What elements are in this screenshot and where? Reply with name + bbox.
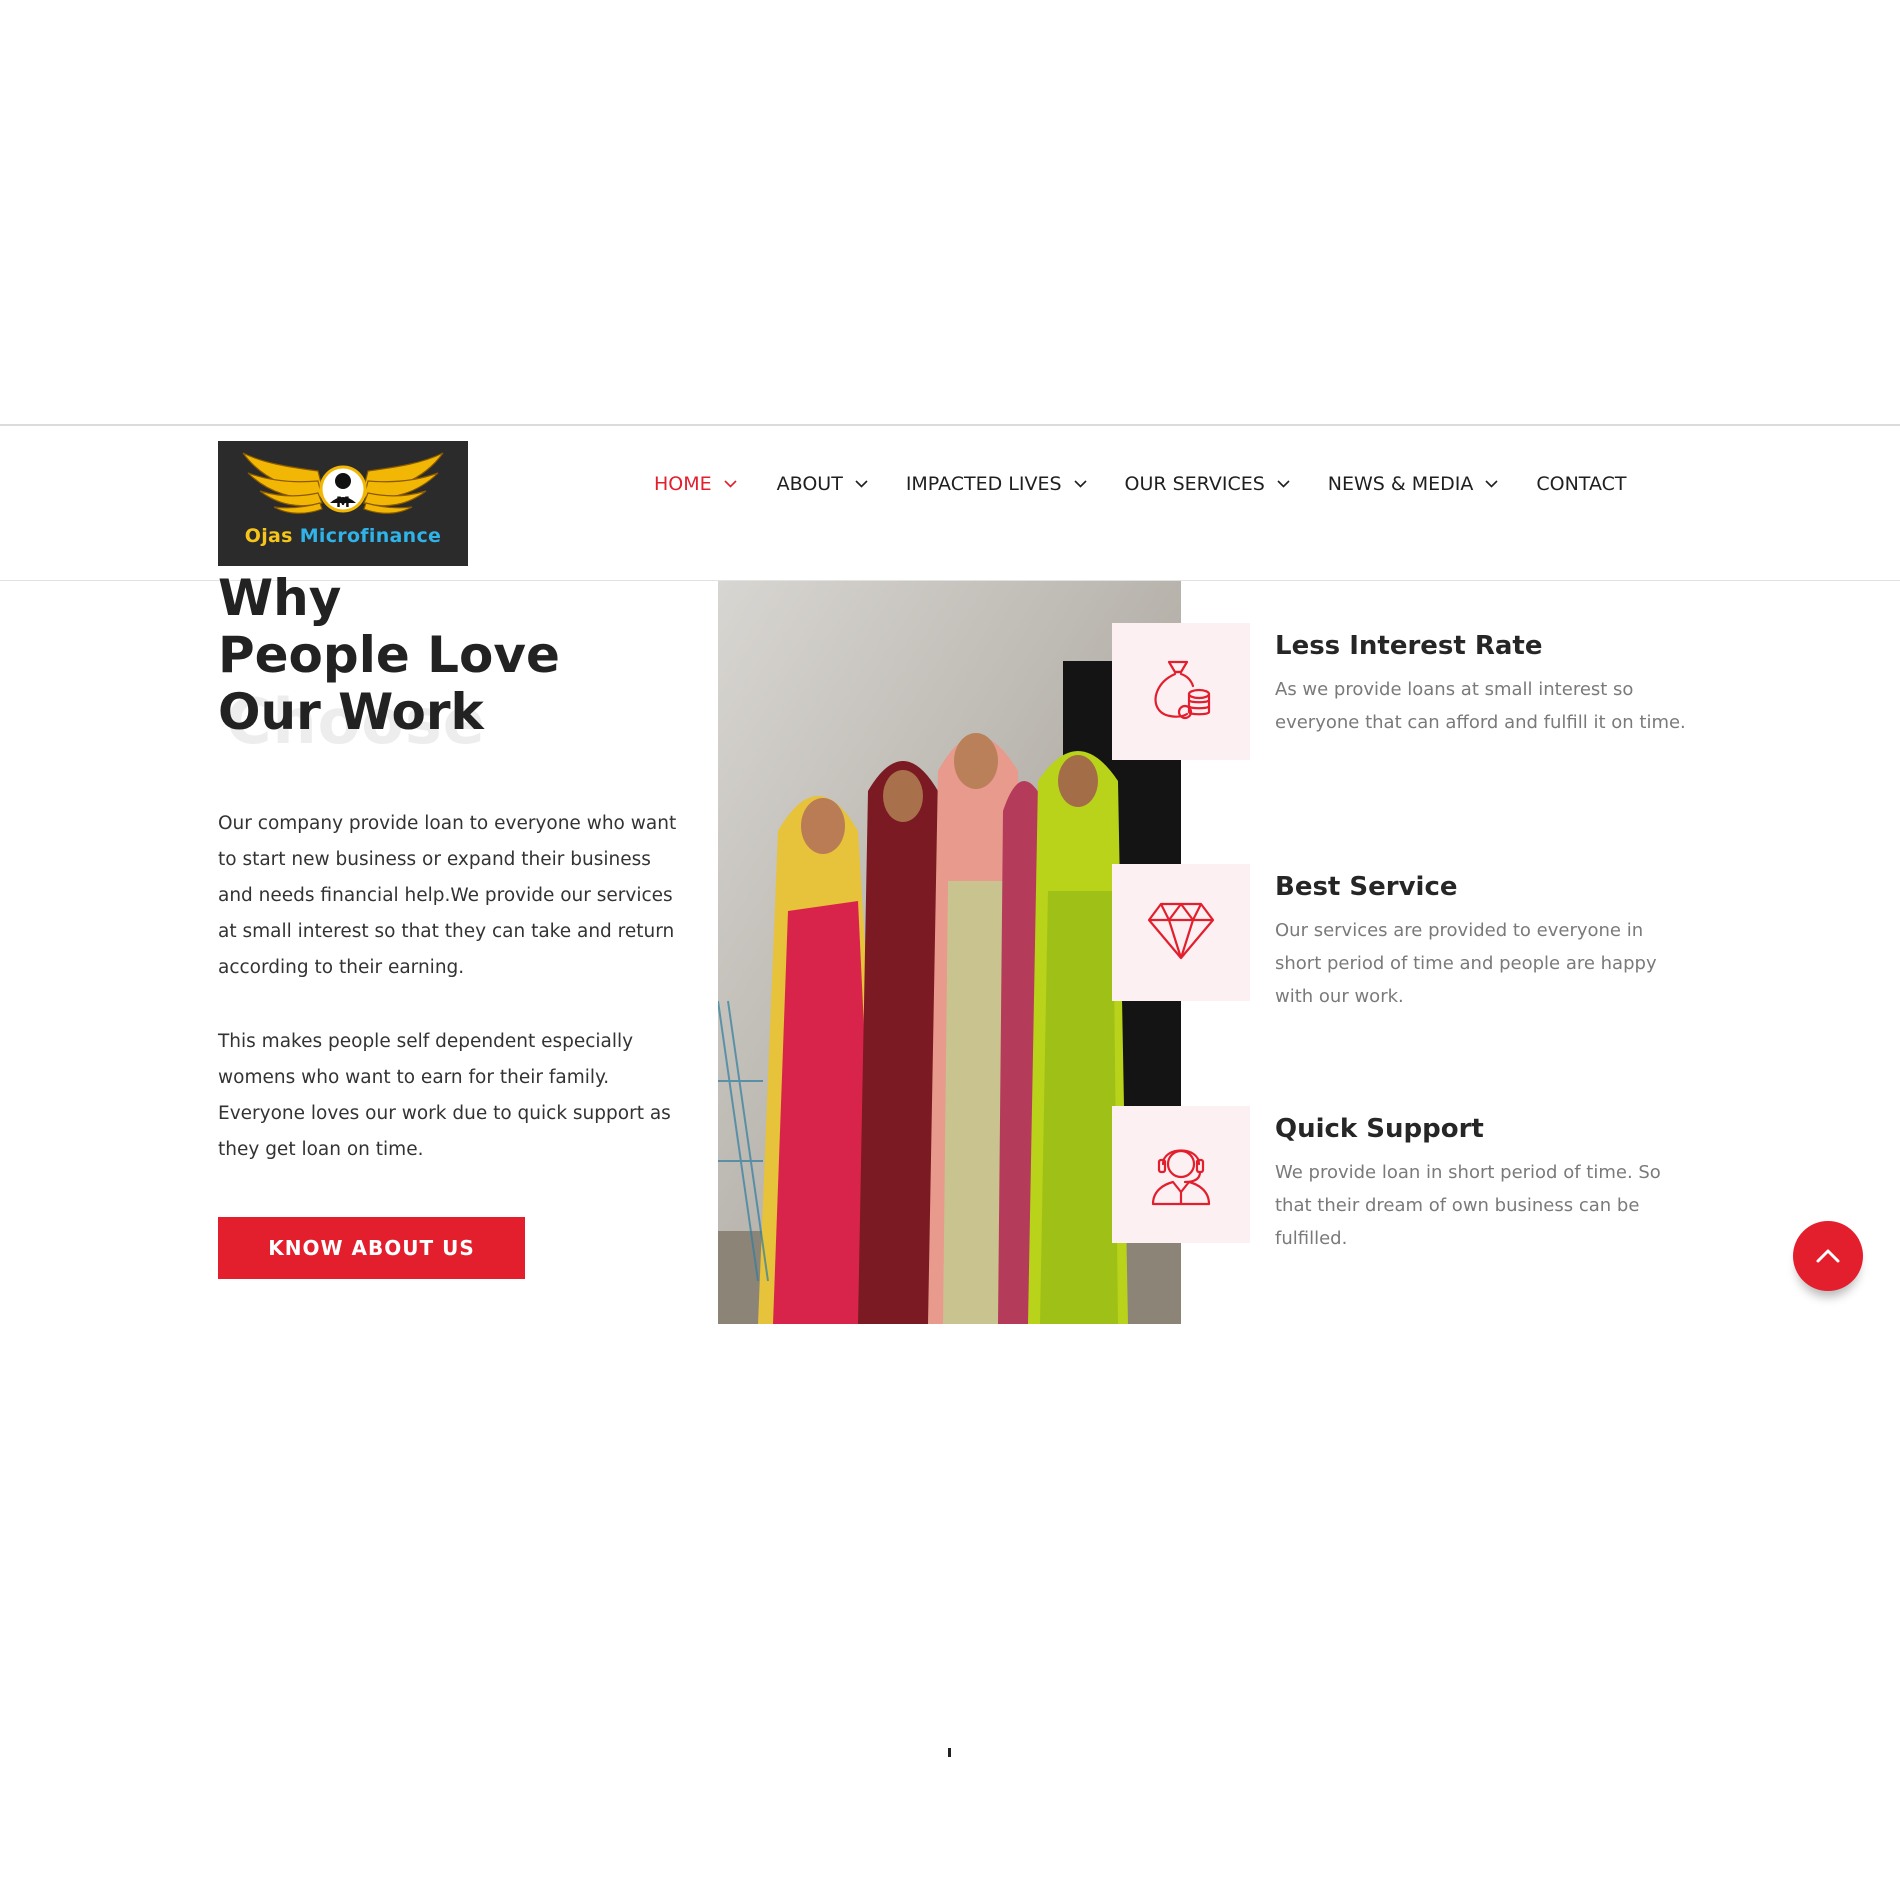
svg-text:M: M	[336, 495, 350, 511]
feature-text-best-service: Our services are provided to everyone in…	[1275, 920, 1657, 1007]
intro-paragraph-2: This makes people self dependent especia…	[218, 1031, 671, 1160]
main-nav: HOME ABOUT IMPACTED LIVES OUR SERVICES NEWS …	[654, 464, 1626, 504]
chevron-down-icon	[1277, 480, 1290, 488]
nav-item-contact[interactable]: CONTACT	[1536, 473, 1626, 495]
winged-logo-emblem-icon: M	[242, 452, 444, 514]
feature-text-quick-support: We provide loan in short period of time.…	[1275, 1162, 1661, 1249]
feature-icon-box-quick-support	[1112, 1106, 1250, 1243]
feature-title-less-interest-rate: Less Interest Rate	[1275, 631, 1543, 661]
nav-item-our-services[interactable]: OUR SERVICES	[1125, 473, 1290, 495]
nav-item-label: NEWS & MEDIA	[1327, 473, 1474, 495]
feature-icon-box-best-service	[1112, 864, 1250, 1001]
section-heading: Choose Why People Love Our Work	[218, 570, 638, 759]
chevron-up-icon	[1816, 1249, 1840, 1263]
logo-wordmark: Ojas Microfinance	[218, 525, 468, 547]
money-bag-coins-icon	[1147, 656, 1215, 728]
brand-logo[interactable]: M Ojas Microfinance	[218, 441, 468, 566]
headset-support-icon	[1147, 1140, 1215, 1210]
feature-text-less-interest-rate: As we provide loans at small interest so…	[1275, 679, 1686, 733]
nav-item-about[interactable]: ABOUT	[777, 473, 868, 495]
feature-title-quick-support: Quick Support	[1275, 1114, 1484, 1144]
nav-item-label: IMPACTED LIVES	[905, 473, 1062, 495]
diamond-icon	[1147, 900, 1215, 966]
logo-word-ojas: Ojas	[244, 525, 293, 547]
page: M Ojas Microfinance HOME ABOUT IMPACTED LI…	[0, 0, 1900, 1884]
logo-word-microfinance: Microfinance	[299, 525, 442, 547]
section-title: Why People Love Our Work	[218, 570, 560, 741]
site-header: M Ojas Microfinance HOME ABOUT IMPACTED LI…	[0, 424, 1900, 581]
feature-icon-box-less-interest-rate	[1112, 623, 1250, 760]
nav-item-label: HOME	[654, 473, 712, 495]
chevron-down-icon	[1485, 480, 1498, 488]
feature-title-best-service: Best Service	[1275, 872, 1458, 902]
nav-item-impacted-lives[interactable]: IMPACTED LIVES	[906, 473, 1087, 495]
scroll-to-top-button[interactable]	[1793, 1221, 1863, 1291]
nav-item-label: ABOUT	[776, 473, 843, 495]
title-line-2: People Love	[218, 626, 560, 684]
chevron-down-icon	[1073, 480, 1087, 488]
nav-item-label: CONTACT	[1536, 473, 1627, 495]
know-about-us-button[interactable]: KNOW ABOUT US	[218, 1217, 525, 1279]
chevron-down-icon	[724, 480, 737, 488]
chevron-down-icon	[855, 480, 868, 488]
nav-item-label: OUR SERVICES	[1124, 473, 1265, 495]
title-line-1: Why	[218, 569, 342, 627]
title-line-3: Our Work	[218, 683, 484, 741]
scroll-indicator-mark	[948, 1748, 951, 1757]
intro-paragraph-1: Our company provide loan to everyone who…	[218, 813, 677, 978]
nav-item-news-media[interactable]: NEWS & MEDIA	[1328, 473, 1499, 495]
nav-item-home[interactable]: HOME	[654, 473, 737, 495]
